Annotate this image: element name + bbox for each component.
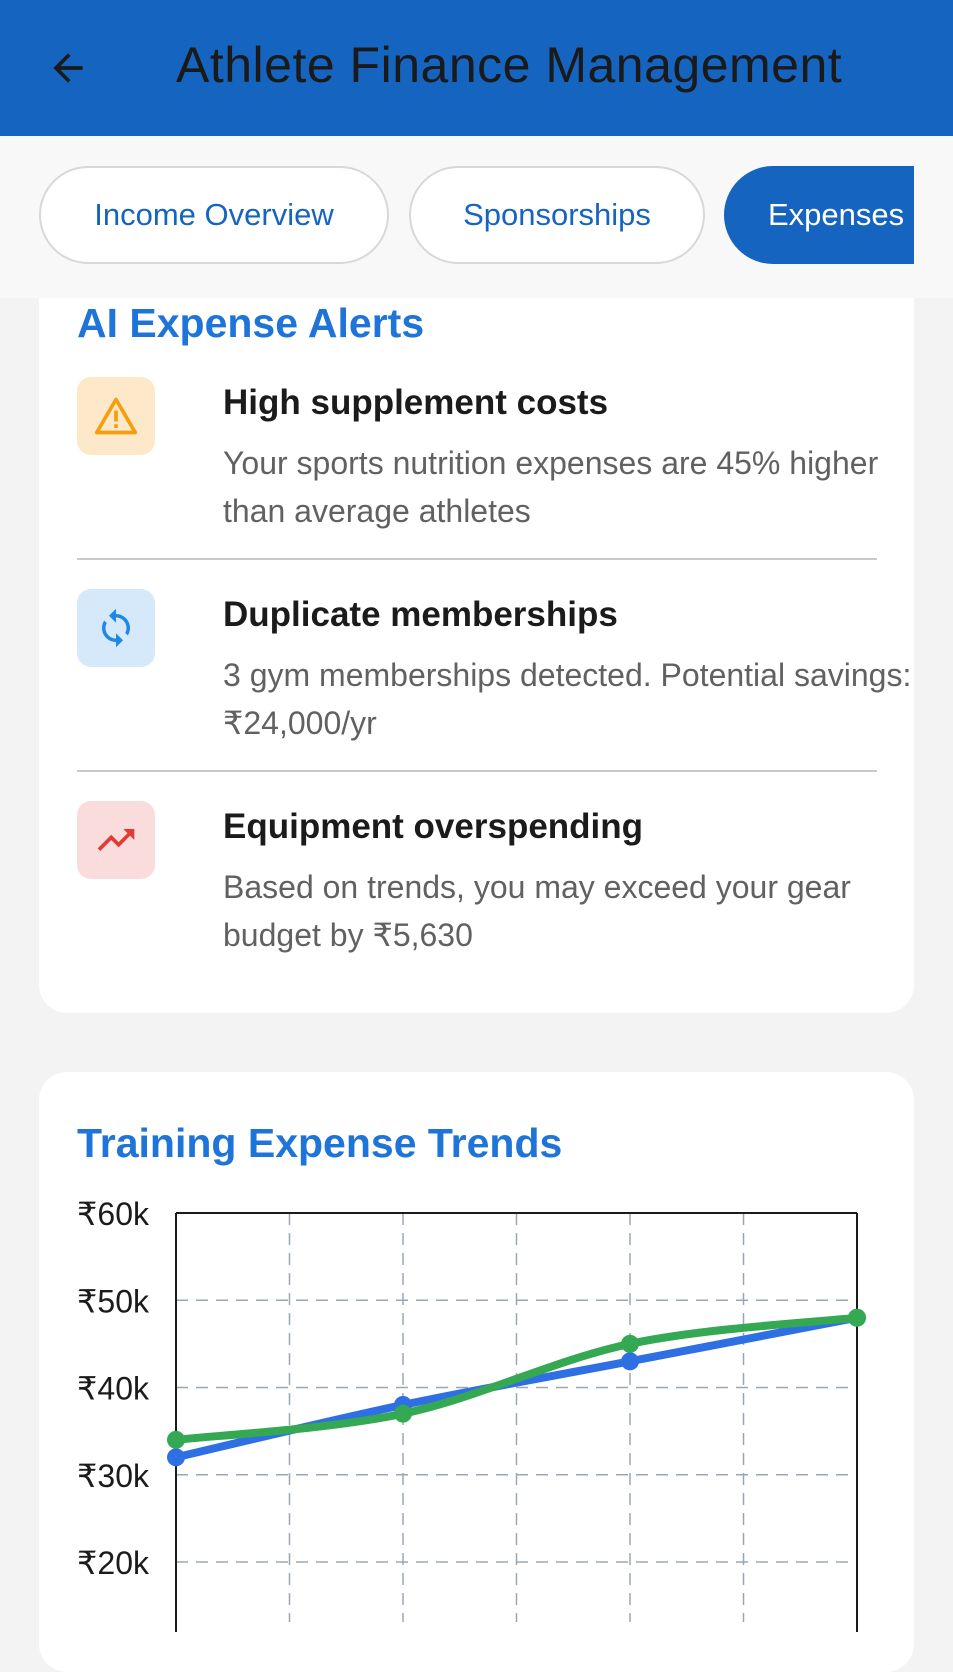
- y-tick-label: ₹20k: [77, 1545, 150, 1581]
- trending-up-icon: [77, 801, 155, 879]
- training-expense-trends-card: Training Expense Trends ₹60k ₹50k ₹40k ₹30k…: [39, 1072, 914, 1672]
- tab-sponsorships[interactable]: Sponsorships: [409, 166, 705, 264]
- series-point-2: [394, 1404, 412, 1423]
- series-point-1: [167, 1448, 185, 1467]
- alert-description: Based on trends, you may exceed your gea…: [223, 869, 851, 953]
- page-title: Athlete Finance Management: [176, 37, 843, 93]
- alert-description: 3 gym memberships detected. Potential sa…: [223, 657, 912, 741]
- alert-heading: High supplement costs: [223, 383, 609, 422]
- back-button[interactable]: [40, 40, 96, 96]
- series-point-1: [621, 1352, 639, 1371]
- series-point-2: [621, 1334, 639, 1353]
- alert-heading: Duplicate memberships: [223, 595, 618, 634]
- tab-bar: Income Overview Sponsorships Expenses: [0, 136, 953, 298]
- tab-income-overview[interactable]: Income Overview: [39, 166, 389, 264]
- series-point-2: [848, 1308, 866, 1327]
- alerts-title: AI Expense Alerts: [77, 300, 425, 346]
- y-tick-label: ₹30k: [77, 1458, 150, 1494]
- y-tick-label: ₹50k: [77, 1283, 150, 1319]
- alert-heading: Equipment overspending: [223, 807, 644, 846]
- alert-description: Your sports nutrition expenses are 45% h…: [223, 445, 879, 529]
- line-chart: ₹60k ₹50k ₹40k ₹30k ₹20k: [77, 1196, 866, 1632]
- y-tick-label: ₹60k: [77, 1196, 150, 1232]
- sync-icon: [77, 589, 155, 667]
- tab-expenses[interactable]: Expenses: [724, 166, 914, 264]
- y-tick-label: ₹40k: [77, 1371, 150, 1407]
- warning-icon: [77, 377, 155, 455]
- ai-expense-alerts-card: AI Expense Alerts High supplement costs …: [39, 298, 914, 1013]
- arrow-left-icon: [53, 53, 83, 83]
- divider: [77, 770, 877, 772]
- series-point-2: [167, 1430, 185, 1449]
- app-bar: Athlete Finance Management: [0, 0, 953, 136]
- divider: [77, 558, 877, 560]
